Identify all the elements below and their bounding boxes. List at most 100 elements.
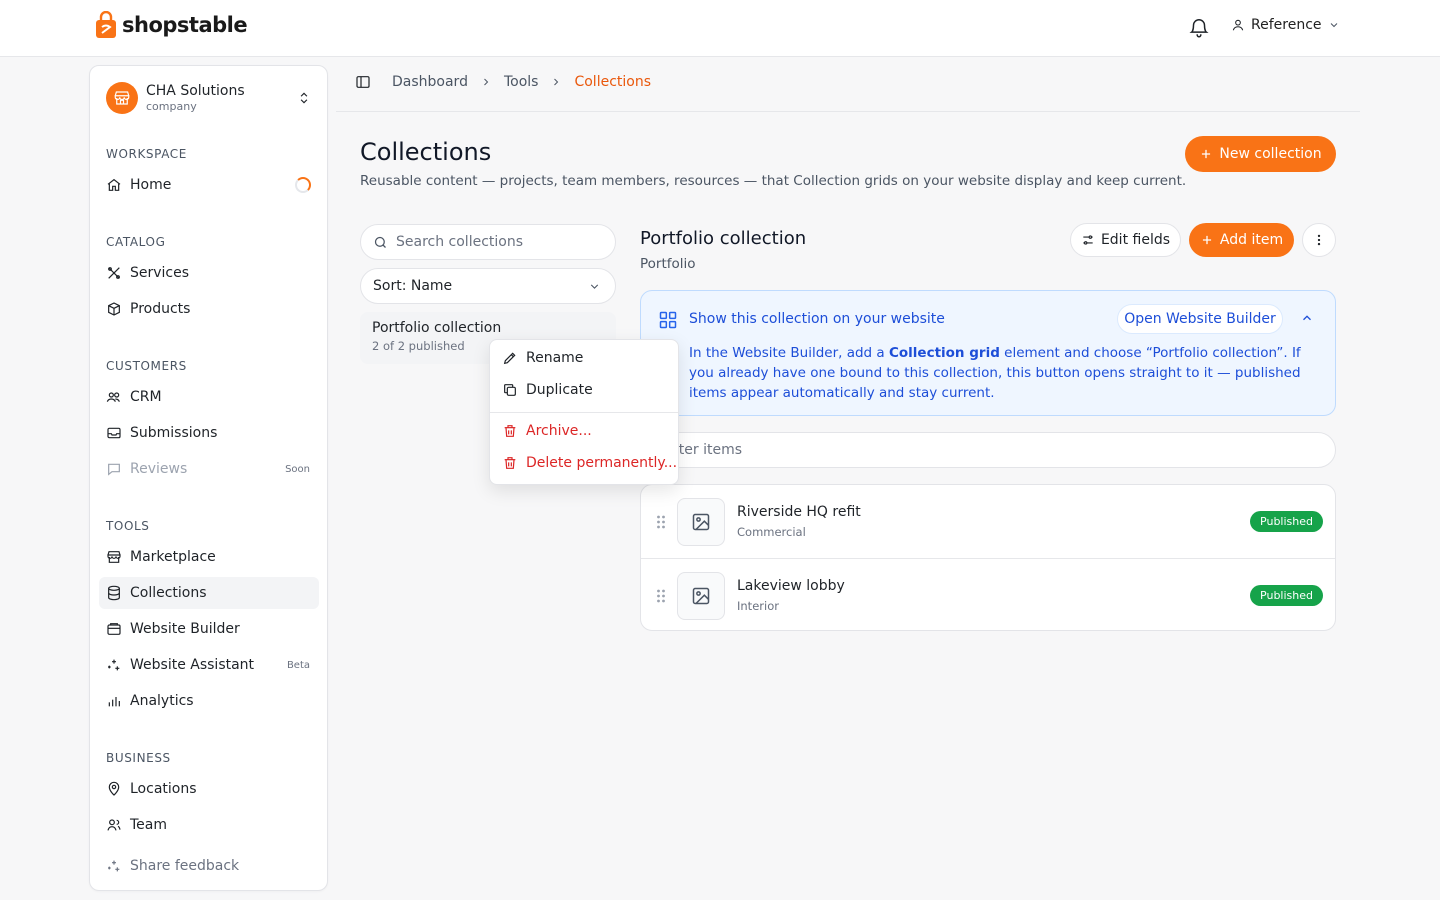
- trash-icon: [504, 457, 516, 469]
- collection-name: Portfolio collection: [372, 320, 502, 336]
- chevron-up-down-icon[interactable]: [297, 90, 311, 106]
- chevron-down-icon: [590, 284, 599, 289]
- soon-badge: Soon: [285, 463, 310, 475]
- chevron-right-icon: [554, 78, 559, 86]
- filter-placeholder: ilter items: [671, 442, 743, 458]
- item-category: Commercial: [737, 525, 806, 539]
- brand-logo[interactable]: shopstable: [95, 11, 248, 39]
- box-icon: [108, 302, 120, 316]
- sidebar-item-label: Website Assistant: [130, 657, 255, 673]
- sidebar: CHA Solutions company WORKSPACE Home CAT…: [89, 65, 328, 891]
- sidebar-item-reviews: Reviews Soon: [99, 453, 319, 485]
- search-collections-input[interactable]: Search collections: [360, 224, 616, 260]
- sidebar-item-products[interactable]: Products: [99, 293, 319, 325]
- page-title: Collections: [360, 138, 492, 166]
- info-title: Show this collection on your website: [689, 311, 945, 327]
- list-item[interactable]: Riverside HQ refit Commercial Published: [641, 485, 1335, 558]
- home-icon: [107, 178, 121, 191]
- store-icon: [107, 551, 121, 563]
- sidebar-item-home[interactable]: Home: [99, 169, 319, 201]
- sidebar-item-locations[interactable]: Locations: [99, 773, 319, 805]
- beta-badge: Beta: [286, 659, 310, 671]
- bell-icon[interactable]: [1188, 17, 1210, 39]
- plus-icon: [1202, 149, 1211, 159]
- add-item-button[interactable]: Add item: [1189, 223, 1294, 257]
- new-collection-label: New collection: [1219, 146, 1322, 162]
- menu-label: Rename: [526, 350, 584, 366]
- items-list: Riverside HQ refit Commercial Published …: [640, 484, 1336, 631]
- filter-items-input[interactable]: ilter items: [640, 432, 1336, 468]
- user-icon: [1232, 19, 1244, 31]
- more-vertical-icon: [1317, 234, 1321, 246]
- chevron-down-icon: [1330, 23, 1337, 28]
- top-bar: shopstable Reference: [0, 0, 1440, 57]
- status-badge: Published: [1250, 511, 1323, 532]
- sidebar-item-label: Website Builder: [130, 621, 240, 637]
- trash-icon: [504, 425, 516, 437]
- sidebar-item-label: Submissions: [130, 425, 218, 441]
- sort-select[interactable]: Sort: Name: [360, 268, 616, 304]
- breadcrumb-tools[interactable]: Tools: [504, 74, 539, 90]
- sidebar-item-label: Products: [130, 301, 191, 317]
- sidebar-item-team[interactable]: Team: [99, 809, 319, 841]
- edit-fields-button[interactable]: Edit fields: [1070, 223, 1181, 257]
- menu-label: Archive...: [526, 423, 592, 439]
- grid-icon: [659, 311, 677, 329]
- share-feedback-link[interactable]: Share feedback: [106, 858, 239, 874]
- sidebar-item-website-assistant[interactable]: Website Assistant Beta: [99, 649, 319, 681]
- info-body-bold: Collection grid: [888, 345, 1000, 361]
- drag-handle-icon[interactable]: [656, 514, 666, 530]
- loading-spinner: [295, 177, 311, 193]
- collection-subtitle: Portfolio: [640, 256, 696, 272]
- sidebar-item-label: Home: [130, 177, 172, 193]
- open-website-builder-button[interactable]: Open Website Builder: [1117, 304, 1283, 334]
- divider: [336, 111, 1360, 112]
- breadcrumb-dashboard[interactable]: Dashboard: [392, 74, 468, 90]
- sidebar-item-website-builder[interactable]: Website Builder: [99, 613, 319, 645]
- drag-handle-icon[interactable]: [656, 588, 666, 604]
- item-category: Interior: [737, 599, 779, 613]
- sidebar-item-label: Reviews: [130, 461, 188, 477]
- breadcrumb-current: Collections: [574, 74, 652, 90]
- search-placeholder: Search collections: [396, 234, 524, 250]
- sort-label: Sort: Name: [373, 278, 453, 294]
- breadcrumb: Dashboard Tools Collections: [355, 74, 651, 90]
- section-business: BUSINESS: [106, 751, 171, 765]
- item-name: Riverside HQ refit: [737, 504, 861, 520]
- pencil-icon: [503, 352, 516, 365]
- sidebar-item-label: Team: [130, 817, 168, 833]
- menu-rename[interactable]: Rename: [502, 350, 583, 366]
- sidebar-item-crm[interactable]: CRM: [99, 381, 319, 413]
- search-icon: [374, 236, 386, 248]
- menu-duplicate[interactable]: Duplicate: [502, 382, 593, 398]
- more-options-button[interactable]: [1302, 223, 1336, 257]
- sidebar-item-collections[interactable]: Collections: [99, 577, 319, 609]
- item-thumbnail: [677, 572, 725, 620]
- sidebar-item-analytics[interactable]: Analytics: [99, 685, 319, 717]
- info-body: In the Website Builder, add a Collection…: [689, 343, 1317, 403]
- sliders-icon: [1083, 235, 1093, 245]
- menu-delete[interactable]: Delete permanently...: [502, 455, 677, 471]
- sidebar-toggle-icon[interactable]: [355, 74, 371, 90]
- pin-icon: [108, 781, 120, 796]
- store-icon: [114, 91, 130, 105]
- menu-archive[interactable]: Archive...: [502, 423, 592, 439]
- message-icon: [108, 463, 120, 476]
- sidebar-item-submissions[interactable]: Submissions: [99, 417, 319, 449]
- list-item[interactable]: Lakeview lobby Interior Published: [641, 558, 1335, 631]
- plus-icon: [1202, 235, 1211, 245]
- team-icon: [107, 819, 121, 831]
- tools-icon: [108, 267, 120, 279]
- chevron-right-icon: [484, 78, 489, 86]
- image-icon: [692, 587, 710, 605]
- sidebar-item-services[interactable]: Services: [99, 257, 319, 289]
- shopping-bag-icon: [96, 11, 116, 38]
- chart-icon: [108, 697, 120, 707]
- workspace-switcher[interactable]: CHA Solutions company: [106, 82, 245, 114]
- brand-name: shopstable: [122, 13, 248, 37]
- collection-title: Portfolio collection: [640, 228, 807, 249]
- sidebar-item-marketplace[interactable]: Marketplace: [99, 541, 319, 573]
- chevron-up-icon[interactable]: [1300, 311, 1314, 325]
- user-menu[interactable]: Reference: [1231, 17, 1340, 33]
- new-collection-button[interactable]: New collection: [1185, 136, 1336, 172]
